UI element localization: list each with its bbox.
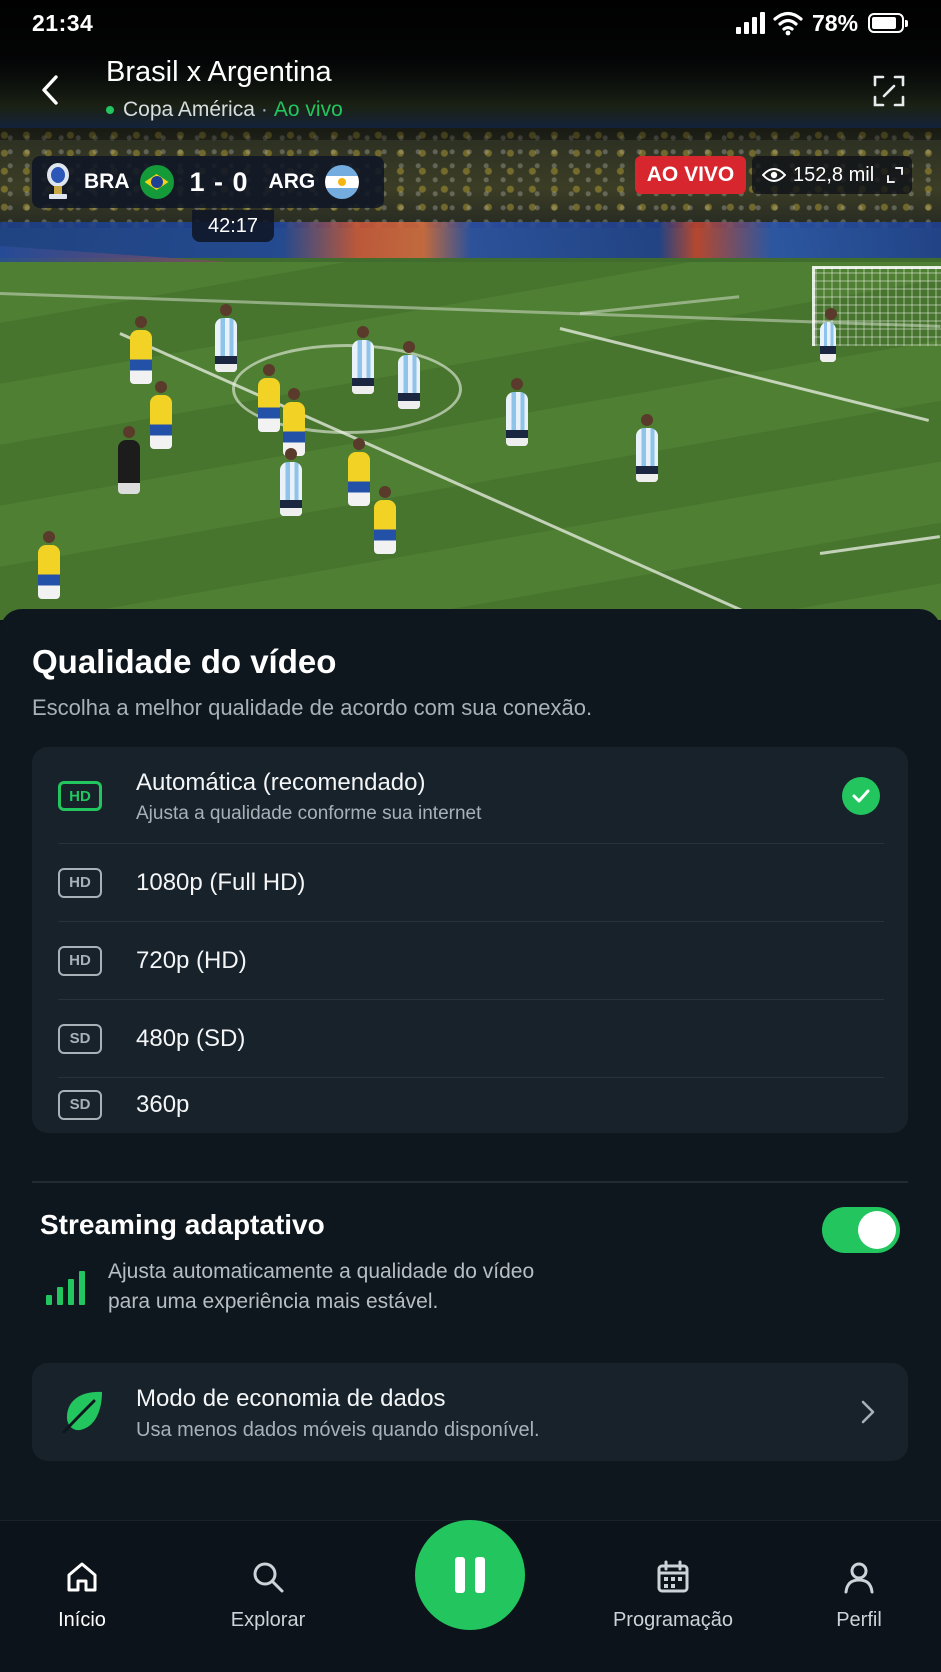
home-team: BRA <box>84 170 130 193</box>
quality-option-480p[interactable]: SD 480p (SD) <box>32 1000 908 1078</box>
fullscreen-icon[interactable] <box>872 74 906 108</box>
argentina-flag-icon <box>325 165 360 199</box>
adaptive-streaming-toggle[interactable] <box>822 1207 900 1253</box>
data-saver-title: Modo de economia de dados <box>136 1385 446 1412</box>
video-player[interactable]: 21:34 78% Brasil x Argentina Copa Améric… <box>0 0 941 620</box>
match-score: 1 - 0 <box>189 166 249 197</box>
quality-option-label: 360p <box>136 1091 190 1118</box>
back-arrow-icon[interactable] <box>36 72 66 108</box>
sheet-subtitle: Escolha a melhor qualidade de acordo com… <box>32 695 593 720</box>
quality-option-label: 720p (HD) <box>136 947 247 974</box>
calendar-icon <box>657 1560 689 1593</box>
adaptive-streaming-title: Streaming adaptativo <box>40 1209 325 1240</box>
match-clock: 42:17 <box>192 210 274 242</box>
quality-options-list: HD Automática (recomendado) Ajusta a qua… <box>32 747 908 1133</box>
nav-schedule[interactable]: Programação <box>593 1555 753 1632</box>
quality-option-360p[interactable]: SD 360p <box>32 1078 908 1133</box>
status-time: 21:34 <box>32 10 94 36</box>
quality-option-720p[interactable]: HD 720p (HD) <box>32 922 908 1000</box>
sd-icon: SD <box>58 1024 102 1054</box>
minimize-icon[interactable] <box>886 166 904 184</box>
match-title: Brasil x Argentina <box>106 56 332 88</box>
nav-profile[interactable]: Perfil <box>779 1555 939 1632</box>
home-icon <box>67 1562 97 1592</box>
hd-icon: HD <box>58 781 102 811</box>
quality-option-label: 1080p (Full HD) <box>136 869 306 896</box>
viewer-count-text: 152,8 mil <box>793 163 875 186</box>
data-saver-option[interactable]: Modo de economia de dados Usa menos dado… <box>32 1363 908 1461</box>
selected-check-icon <box>842 777 880 815</box>
signal-bars-icon <box>46 1269 86 1305</box>
scoreboard: BRA 1 - 0 ARG <box>32 156 384 208</box>
adaptive-desc-line1: Ajusta automaticamente a qualidade do ví… <box>108 1260 535 1283</box>
quality-option-desc: Ajusta a qualidade conforme sua internet <box>136 803 482 824</box>
chevron-right-icon <box>861 1400 875 1424</box>
nav-profile-label: Perfil <box>836 1609 882 1631</box>
adaptive-streaming-desc: Ajusta automaticamente a qualidade do ví… <box>108 1257 608 1317</box>
adaptive-desc-line2: para uma experiência mais estável. <box>108 1290 439 1313</box>
live-dot-icon <box>106 106 114 114</box>
sheet-title: Qualidade do vídeo <box>32 643 337 680</box>
live-status-text: Ao vivo <box>273 98 343 121</box>
profile-icon <box>844 1562 874 1594</box>
settings-sheet: Qualidade do vídeo Escolha a melhor qual… <box>0 609 941 1520</box>
eye-icon <box>762 168 786 182</box>
sd-icon: SD <box>58 1090 102 1120</box>
leaf-icon <box>62 1391 102 1434</box>
nav-schedule-label: Programação <box>612 1609 734 1631</box>
data-saver-subtitle: Usa menos dados móveis quando disponível… <box>136 1419 540 1441</box>
battery-icon <box>868 13 908 33</box>
quality-option-1080p[interactable]: HD 1080p (Full HD) <box>32 844 908 922</box>
quality-option-label: 480p (SD) <box>136 1025 246 1052</box>
copa-america-logo-icon <box>32 156 84 208</box>
pause-icon <box>455 1557 485 1593</box>
nav-home-label: Início <box>58 1609 106 1631</box>
battery-percent: 78% <box>812 10 859 36</box>
ad-board <box>0 222 941 258</box>
match-subtitle: Copa América · Ao vivo <box>106 98 343 122</box>
subtitle-separator: · <box>260 98 268 121</box>
pause-button[interactable] <box>415 1520 525 1630</box>
section-divider <box>32 1181 908 1183</box>
viewer-count: 152,8 mil <box>752 156 912 194</box>
wifi-icon <box>773 11 803 36</box>
brazil-flag-icon <box>139 165 174 199</box>
nav-explore[interactable]: Explorar <box>188 1555 348 1632</box>
status-bar: 21:34 78% <box>0 0 941 48</box>
nav-home[interactable]: Início <box>2 1555 162 1632</box>
signal-icon <box>736 12 766 34</box>
search-icon <box>253 1562 284 1593</box>
hd-icon: HD <box>58 946 102 976</box>
nav-explore-label: Explorar <box>230 1609 306 1631</box>
away-team: ARG <box>268 170 316 193</box>
hd-icon: HD <box>58 868 102 898</box>
quality-option-label: Automática (recomendado) <box>136 769 426 796</box>
quality-option-auto[interactable]: HD Automática (recomendado) Ajusta a qua… <box>32 747 908 844</box>
live-badge: AO VIVO <box>635 156 746 194</box>
competition-name: Copa América <box>123 98 255 121</box>
